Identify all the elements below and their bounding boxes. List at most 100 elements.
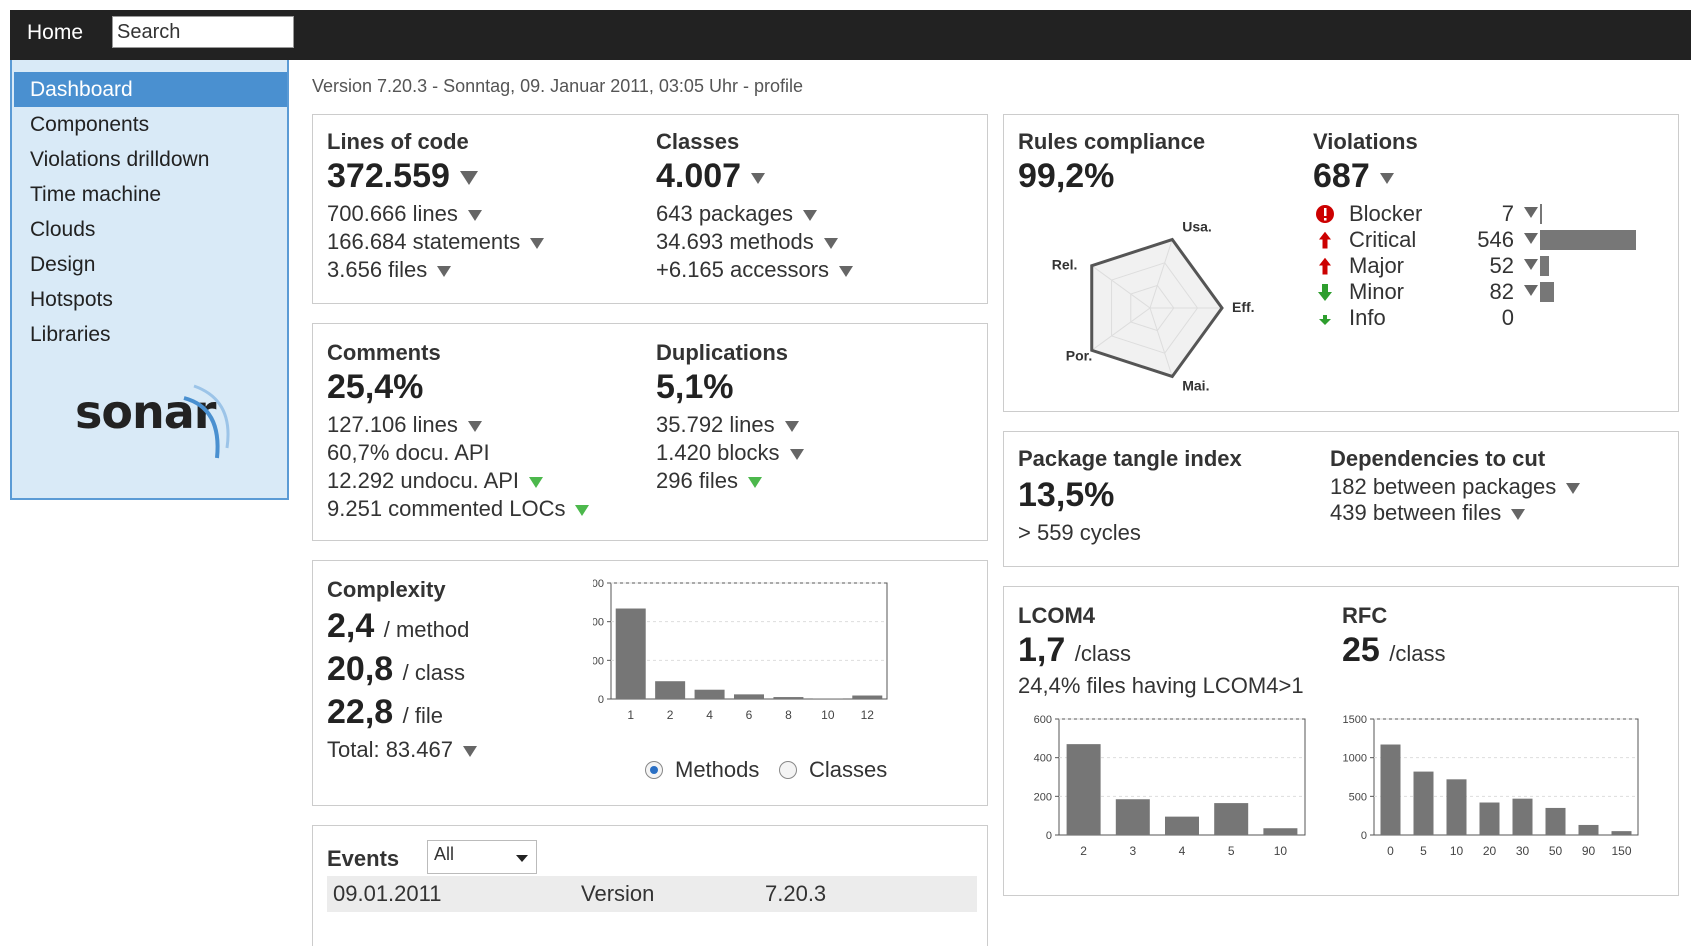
comments-undocu-api: 12.292 undocu. API	[327, 468, 544, 494]
complexity-chart-x-tick-label: 8	[785, 708, 792, 722]
quality-radar-chart: Usa. Eff. Mai. Por. Rel.	[1052, 219, 1255, 394]
trend-down-icon	[437, 265, 452, 277]
complexity-chart-y-tick-label: 20000	[593, 617, 604, 629]
trend-down-icon	[1524, 233, 1538, 244]
sidebar-item-design[interactable]: Design	[14, 247, 287, 282]
complexity-chart-y-tick-label: 10000	[593, 655, 604, 667]
rfc-chart-bar	[1611, 831, 1632, 835]
radio-classes[interactable]	[779, 761, 797, 779]
loc-statements: 166.684 statements	[327, 229, 545, 255]
sonar-wave-icon	[183, 384, 230, 459]
violation-count: 52	[1489, 253, 1514, 278]
radar-axis-label: Usa.	[1182, 219, 1212, 235]
complexity-chart-bar	[773, 697, 804, 699]
rfc-title: RFC	[1342, 603, 1388, 628]
lcom4-note: 24,4% files having LCOM4>1	[1018, 673, 1304, 698]
rfc-chart-bar	[1380, 744, 1401, 835]
trend-down-icon	[1524, 285, 1538, 296]
violation-row-info[interactable]: Info 0	[1314, 305, 1674, 331]
violation-share-bar	[1540, 230, 1636, 250]
violation-row-minor[interactable]: Minor 82	[1314, 279, 1674, 305]
rfc-chart-x-tick-label: 150	[1611, 844, 1631, 858]
rfc-chart-bar	[1446, 779, 1467, 835]
complexity-chart-bar	[694, 689, 725, 699]
lcom4-value: 1,7 /class	[1018, 631, 1131, 669]
radio-methods[interactable]	[645, 761, 663, 779]
trend-down-icon	[467, 209, 482, 221]
violation-row-critical[interactable]: Critical 546	[1314, 227, 1674, 253]
lcom4-chart-x-tick-label: 10	[1274, 844, 1288, 858]
loc-title: Lines of code	[327, 129, 469, 154]
sidebar-item-dashboard[interactable]: Dashboard	[14, 72, 287, 107]
sidebar-item-violations-drilldown[interactable]: Violations drilldown	[14, 142, 287, 177]
complexity-chart-bar	[852, 695, 883, 699]
radio-methods-label[interactable]: Methods	[675, 757, 759, 783]
radar-axis-label: Eff.	[1232, 299, 1255, 315]
complexity-chart-x-tick-label: 12	[861, 708, 875, 722]
violation-severity-label: Major	[1349, 253, 1405, 278]
trend-down-icon	[751, 172, 766, 184]
violation-severity-label: Blocker	[1349, 201, 1423, 226]
rfc-chart-x-tick-label: 0	[1387, 844, 1394, 858]
lcom4-chart-x-tick-label: 4	[1179, 844, 1186, 858]
trend-down-icon	[467, 420, 482, 432]
trend-down-icon	[839, 265, 854, 277]
complexity-panel: Complexity 2,4 / method 20,8 / class 22,…	[312, 560, 988, 806]
sidebar-item-clouds[interactable]: Clouds	[14, 212, 287, 247]
classes-accessors: +6.165 accessors	[656, 257, 854, 283]
violation-row-major[interactable]: Major 52	[1314, 253, 1674, 279]
violation-row-blocker[interactable]: Blocker 7	[1314, 201, 1674, 227]
loc-lines: 700.666 lines	[327, 201, 482, 227]
radar-axis-label: Por.	[1066, 347, 1092, 363]
lcom4-chart-y-tick-label: 400	[1034, 753, 1052, 765]
complexity-chart-y-tick-label: 0	[598, 694, 604, 706]
home-link[interactable]: Home	[27, 19, 83, 47]
minor-arrow-down-icon	[1318, 284, 1332, 301]
comments-commented-locs: 9.251 commented LOCs	[327, 496, 590, 522]
complexity-chart-plot-frame	[610, 582, 888, 700]
violation-severity-label: Critical	[1349, 227, 1417, 252]
rfc-chart-bar	[1413, 771, 1434, 835]
duplications-lines: 35.792 lines	[656, 412, 799, 438]
rfc-chart-x-tick-label: 10	[1450, 844, 1464, 858]
complexity-title: Complexity	[327, 577, 446, 602]
radar-axis-label: Rel.	[1052, 257, 1078, 273]
lcom4-rfc-panel: LCOM4 1,7 /class 24,4% files having LCOM…	[1003, 586, 1679, 896]
event-category: Version	[581, 881, 655, 906]
search-input[interactable]	[112, 16, 294, 48]
rfc-chart-y-tick-label: 1500	[1343, 714, 1367, 726]
violation-severity-label: Minor	[1349, 279, 1405, 304]
blocker-icon	[1316, 205, 1334, 223]
lcom4-chart-x-tick-label: 5	[1228, 844, 1235, 858]
rfc-chart-x-tick-label: 5	[1420, 844, 1427, 858]
trend-down-icon	[1524, 259, 1538, 270]
classes-packages: 643 packages	[656, 201, 817, 227]
rfc-chart-x-tick-label: 50	[1549, 844, 1563, 858]
package-tangle-title: Package tangle index	[1018, 446, 1242, 471]
lcom4-chart-x-tick-label: 2	[1080, 844, 1087, 858]
sidebar-item-hotspots[interactable]: Hotspots	[14, 282, 287, 317]
lcom4-distribution-chart: 0 200 400 600 2 3 4 5 10	[1034, 714, 1306, 858]
duplications-title: Duplications	[656, 340, 789, 365]
rfc-chart-bar	[1578, 824, 1599, 835]
comments-value: 25,4%	[327, 368, 424, 406]
classes-title: Classes	[656, 129, 740, 154]
lcom4-title: LCOM4	[1018, 603, 1095, 628]
events-filter-select[interactable]: All	[427, 840, 537, 874]
package-tangle-value: 13,5%	[1018, 476, 1115, 514]
comments-lines: 127.106 lines	[327, 412, 482, 438]
rfc-chart-bar	[1512, 798, 1533, 835]
trend-down-icon	[462, 745, 477, 757]
sidebar-item-time-machine[interactable]: Time machine	[14, 177, 287, 212]
complexity-chart-x-tick-label: 2	[667, 708, 674, 722]
sidebar-item-libraries[interactable]: Libraries	[14, 317, 287, 352]
radio-classes-label[interactable]: Classes	[809, 757, 887, 783]
sidebar-item-components[interactable]: Components	[14, 107, 287, 142]
complexity-chart-x-tick-label: 10	[821, 708, 835, 722]
trend-down-icon	[1566, 482, 1581, 494]
complexity-chart-x-tick-label: 6	[746, 708, 753, 722]
complexity-chart-bar	[655, 681, 686, 699]
info-arrow-down-icon	[1319, 315, 1331, 325]
lcom4-chart-y-tick-label: 600	[1034, 714, 1052, 726]
complexity-per-class: 20,8 / class	[327, 650, 465, 688]
